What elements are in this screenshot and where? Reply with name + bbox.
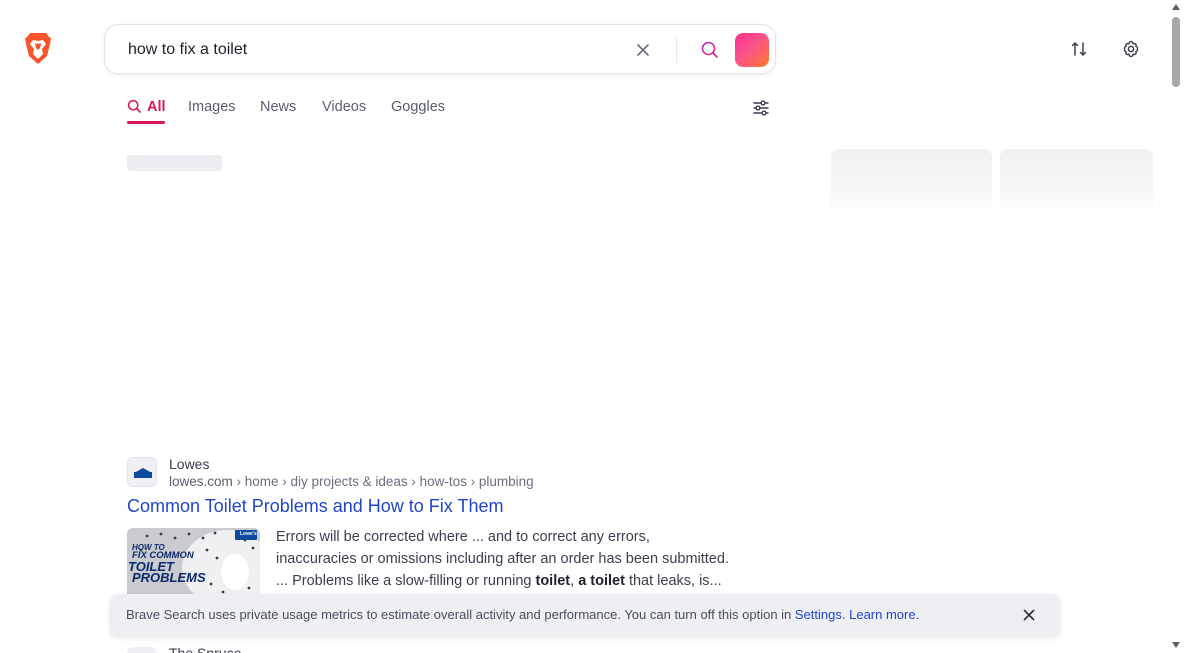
- snippet-text: ... Problems like a slow-filling or runn…: [276, 573, 536, 589]
- result-thumbnail[interactable]: Lowe's HOW TO FIX COMMON TOILET PROBLEMS: [127, 528, 260, 600]
- tab-all-label: All: [147, 99, 166, 115]
- result-url[interactable]: lowes.com › home › diy projects & ideas …: [169, 474, 534, 489]
- learn-more-link[interactable]: Learn more.: [849, 607, 919, 622]
- close-icon[interactable]: [633, 40, 653, 60]
- lowes-favicon-icon[interactable]: [127, 457, 157, 487]
- gear-icon[interactable]: [1121, 39, 1141, 59]
- loading-skeleton: [127, 155, 222, 171]
- settings-link[interactable]: Settings: [795, 607, 842, 622]
- banner-message: Brave Search uses private usage metrics …: [126, 607, 795, 622]
- spruce-favicon-icon[interactable]: [127, 647, 157, 653]
- snippet-highlight: toilet: [535, 573, 571, 589]
- search-input[interactable]: [128, 38, 608, 62]
- next-result-site-name[interactable]: The Spruce: [169, 645, 241, 653]
- snippet-highlight: a toilet: [578, 573, 625, 589]
- scroll-thumb[interactable]: [1172, 17, 1180, 87]
- snippet-text: that leaks, is...: [624, 573, 722, 589]
- tab-all[interactable]: All: [127, 97, 166, 125]
- tab-videos[interactable]: Videos: [322, 97, 366, 125]
- active-tab-indicator: [127, 121, 165, 124]
- scroll-down-icon[interactable]: [1172, 642, 1180, 648]
- loading-card: [1000, 149, 1153, 221]
- snippet-line-3: ... Problems like a slow-filling or runn…: [276, 570, 756, 592]
- loading-card: [831, 149, 992, 221]
- result-title-link[interactable]: Common Toilet Problems and How to Fix Th…: [127, 496, 503, 517]
- snippet-line-1: Errors will be corrected where ... and t…: [276, 529, 650, 545]
- result-site-name[interactable]: Lowes: [169, 456, 209, 472]
- filters-icon[interactable]: [751, 98, 771, 118]
- tab-images[interactable]: Images: [188, 97, 236, 125]
- tab-goggles[interactable]: Goggles: [391, 97, 445, 125]
- tab-news[interactable]: News: [260, 97, 296, 125]
- snippet-line-2: inaccuracies or omissions including afte…: [276, 551, 729, 567]
- lowes-house-icon: [134, 468, 152, 478]
- scroll-up-icon[interactable]: [1172, 4, 1180, 10]
- search-icon: [127, 99, 141, 113]
- search-box: [104, 24, 776, 74]
- thumb-line-4: PROBLEMS: [132, 570, 206, 585]
- banner-text: Brave Search uses private usage metrics …: [126, 607, 919, 622]
- brave-logo-icon[interactable]: [24, 32, 52, 66]
- close-icon[interactable]: [1020, 606, 1038, 624]
- page-scrollbar[interactable]: [1168, 0, 1184, 653]
- result-domain: lowes.com: [169, 474, 233, 489]
- swap-icon[interactable]: [1069, 39, 1089, 59]
- search-icon[interactable]: [699, 39, 721, 61]
- snippet-text: ,: [570, 573, 579, 589]
- leo-ai-button[interactable]: [735, 33, 769, 67]
- privacy-banner: Brave Search uses private usage metrics …: [110, 594, 1060, 636]
- result-snippet: Errors will be corrected where ... and t…: [276, 526, 756, 592]
- search-divider: [676, 37, 677, 63]
- result-breadcrumb: › home › diy projects & ideas › how-tos …: [232, 474, 534, 489]
- thumb-brand: Lowe's: [240, 531, 257, 537]
